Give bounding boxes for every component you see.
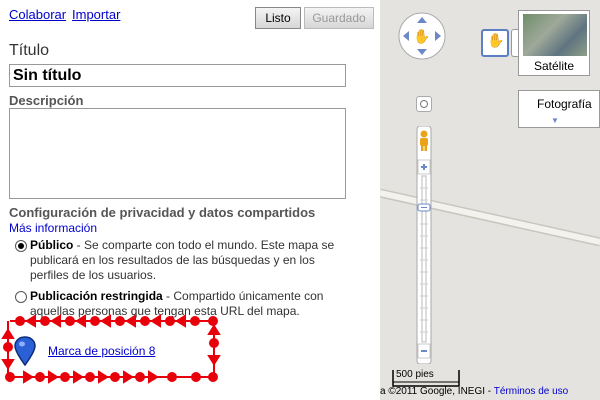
placemark-link[interactable]: Marca de posición 8 (48, 344, 155, 358)
map-view[interactable]: ✋ ✋ Satélite Fotografía ▼ 500 pies a ©20… (380, 0, 600, 400)
copyright-text: a ©2011 Google, INEGI (380, 386, 486, 397)
scale-label: 500 pies (396, 369, 434, 380)
hand-tool-button[interactable]: ✋ (481, 29, 509, 57)
done-button[interactable]: Listo (255, 7, 301, 29)
photos-label: Fotografía (537, 97, 592, 111)
map-attribution: a ©2011 Google, INEGI - Términos de uso (380, 386, 569, 397)
satellite-thumbnail (523, 14, 587, 56)
blue-map-pin-icon[interactable] (14, 336, 36, 366)
placemark-selection-outline (1, 314, 221, 384)
chevron-down-icon: ▼ (551, 116, 559, 125)
edit-panel: Colaborar Importar Listo Guardado Título… (0, 0, 380, 400)
satellite-map-type-button[interactable]: Satélite (518, 10, 590, 76)
satellite-label: Satélite (533, 59, 575, 73)
saved-button: Guardado (304, 7, 374, 29)
zoom-slider[interactable] (415, 126, 433, 364)
zoom-out-button (417, 343, 431, 359)
svg-text:✋: ✋ (413, 28, 430, 45)
pan-control[interactable]: ✋ (398, 12, 446, 60)
terms-of-use-link[interactable]: Términos de uso (494, 386, 568, 397)
zoom-in-button (417, 159, 431, 175)
zoom-reset-button[interactable] (416, 96, 432, 112)
hand-icon: ✋ (487, 33, 505, 49)
photos-layer-button[interactable]: Fotografía ▼ (518, 90, 600, 128)
